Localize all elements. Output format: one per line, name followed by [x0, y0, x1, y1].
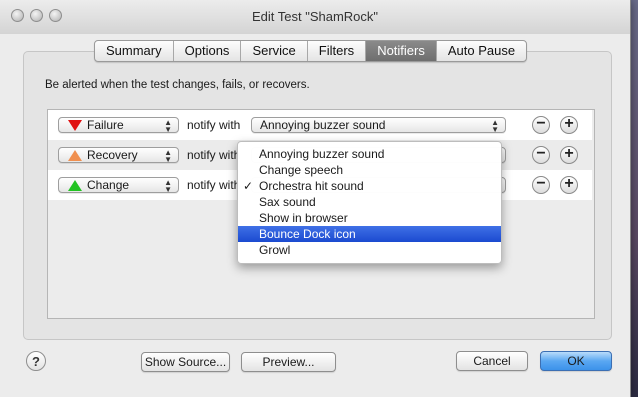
- event-popup-failure[interactable]: Failure ▲ ▼: [58, 117, 179, 134]
- add-notifier-button[interactable]: +: [560, 116, 578, 134]
- menu-item-growl[interactable]: Growl: [238, 242, 501, 258]
- notify-with-label: notify with: [187, 148, 241, 162]
- sound-label: Annoying buzzer sound: [260, 118, 386, 132]
- notify-with-label: notify with: [187, 178, 241, 192]
- tab-service[interactable]: Service: [240, 41, 306, 61]
- menu-item-label: Show in browser: [259, 211, 348, 225]
- menu-item-label: Sax sound: [259, 195, 316, 209]
- menu-item-label: Annoying buzzer sound: [259, 147, 385, 161]
- event-label: Change: [87, 178, 130, 192]
- red-down-triangle-icon: [68, 120, 82, 131]
- ok-button[interactable]: OK: [540, 351, 612, 371]
- sound-dropdown-menu: Annoying buzzer sound Change speech ✓ Orc…: [237, 141, 502, 264]
- help-button[interactable]: ?: [26, 351, 46, 371]
- show-source-button[interactable]: Show Source...: [141, 352, 230, 372]
- tab-summary[interactable]: Summary: [95, 41, 173, 61]
- menu-item-annoying-buzzer[interactable]: Annoying buzzer sound: [238, 146, 501, 162]
- event-label: Recovery: [87, 148, 138, 162]
- event-popup-recovery[interactable]: Recovery ▲ ▼: [58, 147, 179, 164]
- desktop-background: [630, 0, 638, 397]
- tab-auto-pause[interactable]: Auto Pause: [435, 41, 526, 61]
- menu-item-label: Change speech: [259, 163, 344, 177]
- tab-options[interactable]: Options: [172, 41, 241, 61]
- tab-filters[interactable]: Filters: [306, 41, 365, 61]
- menu-item-bounce-dock-icon[interactable]: Bounce Dock icon: [238, 226, 501, 242]
- preview-button[interactable]: Preview...: [241, 352, 336, 372]
- event-popup-change[interactable]: Change ▲ ▼: [58, 177, 179, 194]
- remove-notifier-button[interactable]: −: [532, 116, 550, 134]
- popup-arrows-icon: ▲ ▼: [164, 178, 172, 194]
- window-title: Edit Test "ShamRock": [251, 9, 379, 24]
- intro-text: Be alerted when the test changes, fails,…: [45, 79, 310, 91]
- menu-item-show-in-browser[interactable]: Show in browser: [238, 210, 501, 226]
- dialog-window: Edit Test "ShamRock" Summary Options Ser…: [0, 0, 631, 397]
- menu-item-sax-sound[interactable]: Sax sound: [238, 194, 501, 210]
- popup-arrows-icon: ▲ ▼: [491, 118, 499, 134]
- event-label: Failure: [87, 118, 124, 132]
- notify-with-label: notify with: [187, 118, 241, 132]
- orange-up-triangle-icon: [68, 150, 82, 161]
- green-up-triangle-icon: [68, 180, 82, 191]
- remove-notifier-button[interactable]: −: [532, 146, 550, 164]
- remove-notifier-button[interactable]: −: [532, 176, 550, 194]
- add-notifier-button[interactable]: +: [560, 176, 578, 194]
- tab-bar: Summary Options Service Filters Notifier…: [94, 40, 528, 62]
- checkmark-icon: ✓: [243, 179, 254, 193]
- menu-item-label: Growl: [259, 243, 291, 257]
- tab-notifiers[interactable]: Notifiers: [365, 41, 436, 61]
- menu-item-label: Bounce Dock icon: [259, 227, 356, 241]
- sound-popup-failure[interactable]: Annoying buzzer sound ▲ ▼: [251, 117, 506, 134]
- menu-item-label: Orchestra hit sound: [259, 179, 364, 193]
- menu-item-change-speech[interactable]: Change speech: [238, 162, 501, 178]
- add-notifier-button[interactable]: +: [560, 146, 578, 164]
- popup-arrows-icon: ▲ ▼: [164, 118, 172, 134]
- cancel-button[interactable]: Cancel: [456, 351, 528, 371]
- popup-arrows-icon: ▲ ▼: [164, 148, 172, 164]
- menu-item-orchestra-hit[interactable]: ✓ Orchestra hit sound: [238, 178, 501, 194]
- title-bar[interactable]: Edit Test "ShamRock": [0, 0, 630, 34]
